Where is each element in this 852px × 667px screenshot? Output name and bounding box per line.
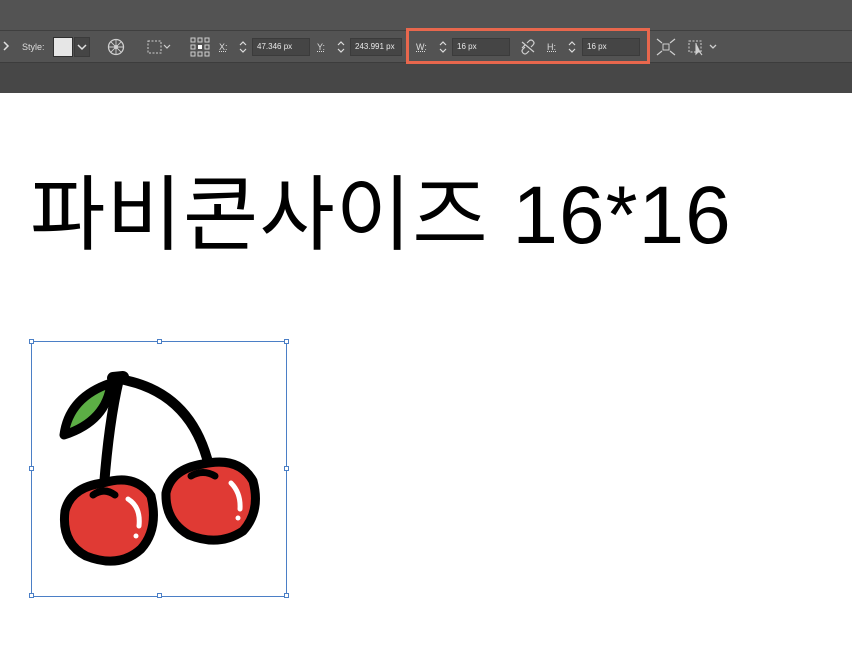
x-stepper-icon[interactable] — [237, 38, 249, 56]
cherry-icon — [59, 371, 260, 566]
transform-bounds-icon[interactable] — [146, 39, 172, 55]
application-bar — [0, 0, 852, 30]
x-label: X: — [219, 42, 228, 52]
style-label: Style: — [22, 42, 45, 52]
y-stepper-icon[interactable] — [335, 38, 347, 56]
style-swatch[interactable] — [53, 37, 73, 57]
size-fields-highlight — [406, 28, 650, 64]
resize-handle-bottom-right[interactable] — [284, 593, 289, 598]
selection-bounding-box[interactable] — [29, 339, 289, 598]
resize-handle-bottom-left[interactable] — [29, 593, 34, 598]
y-input[interactable]: 243.991 px — [350, 38, 402, 56]
isolate-selection-icon[interactable] — [687, 38, 721, 56]
resize-handle-left[interactable] — [29, 466, 34, 471]
chevron-down-icon — [77, 44, 87, 51]
page-heading: 파비콘사이즈 16*16 — [30, 170, 732, 261]
reference-point-icon[interactable] — [190, 37, 210, 57]
shrink-to-fit-icon[interactable] — [656, 38, 676, 56]
resize-handle-top[interactable] — [157, 339, 162, 344]
style-dropdown-button[interactable] — [74, 37, 90, 57]
y-label: Y: — [317, 42, 326, 52]
resize-handle-right[interactable] — [284, 466, 289, 471]
resize-handle-top-left[interactable] — [29, 339, 34, 344]
resize-handle-bottom[interactable] — [157, 593, 162, 598]
chevron-right-icon[interactable] — [2, 40, 10, 52]
resize-handle-top-right[interactable] — [284, 339, 289, 344]
recolor-artwork-icon[interactable] — [107, 38, 125, 56]
x-input[interactable]: 47.346 px — [252, 38, 310, 56]
document-tab-bar — [0, 62, 852, 93]
